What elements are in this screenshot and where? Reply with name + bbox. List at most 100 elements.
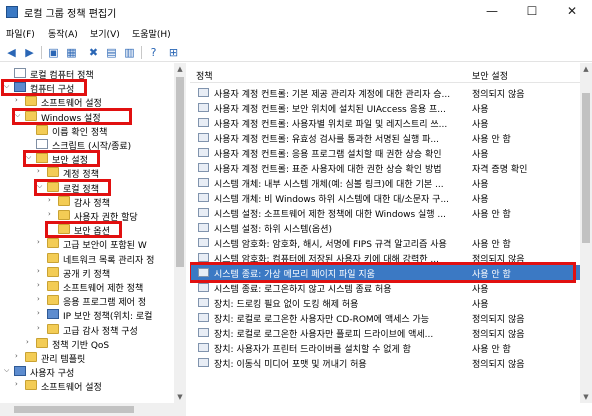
folder-up-icon[interactable]: ▣	[46, 45, 61, 60]
policy-setting-icon	[198, 163, 209, 172]
policy-row[interactable]: 사용자 계정 컨트롤: 응용 프로그램 설치할 때 권한 상승 확인 사용	[190, 145, 580, 160]
list-scroll-thumb[interactable]	[582, 93, 590, 243]
annotation-highlight-box	[23, 150, 100, 168]
policy-setting-value: 정의되지 않음	[472, 330, 525, 340]
policy-setting-icon	[198, 118, 209, 127]
minimize-button[interactable]: —	[472, 0, 512, 24]
policy-setting-value: 사용	[472, 285, 489, 295]
policy-row[interactable]: 시스템 개체: 내부 시스템 개체(예: 심볼 링크)에 대한 기본 ... 사용	[190, 175, 580, 190]
policy-setting-icon	[198, 178, 209, 187]
tree-hscroll-thumb[interactable]	[14, 406, 134, 413]
tree-item-label: 정책 기반 QoS	[52, 340, 110, 351]
chevron-right-icon[interactable]: ›	[15, 352, 24, 360]
policy-row[interactable]: 시스템 암호화: 암호화, 해시, 서명에 FIPS 규격 알고리즘 사용 사용 …	[190, 235, 580, 250]
chevron-right-icon[interactable]: ›	[26, 338, 35, 346]
chevron-right-icon[interactable]: ›	[37, 281, 46, 289]
scroll-down-icon[interactable]: ▼	[174, 391, 186, 403]
forward-icon[interactable]: ▶	[22, 45, 37, 60]
computer-icon	[47, 309, 59, 320]
tree-item-label: 소프트웨어 제한 정책	[63, 284, 144, 294]
policy-name: 사용자 계정 컨트롤: 사용자별 위치로 파일 및 레지스트리 쓰...	[214, 120, 448, 130]
policy-setting-icon	[198, 133, 209, 142]
menu-view[interactable]: 보기(V)	[90, 27, 120, 40]
policy-row[interactable]: 시스템 개체: 비 Windows 하위 시스템에 대한 대/소문자 구... 사…	[190, 190, 580, 205]
policy-setting-value: 사용 안 함	[472, 345, 511, 355]
scroll-down-icon[interactable]: ▼	[580, 391, 592, 403]
tree-item-label: IP 보안 정책(위치: 로컬	[63, 312, 153, 323]
toolbar: ◀ ▶ ▣ ▦ ✖ ▤ ▥ ? ⊞	[0, 42, 592, 62]
policy-row[interactable]: 사용자 계정 컨트롤: 기본 제공 관리자 계정에 대한 관리자 승... 정의되…	[190, 85, 580, 100]
column-policy[interactable]: 정책	[196, 69, 213, 82]
folder-icon	[47, 167, 59, 178]
menu-action[interactable]: 동작(A)	[48, 27, 78, 40]
policy-row[interactable]: 장치: 로컬로 로그온한 사용자만 CD-ROM에 액세스 가능 정의되지 않음	[190, 310, 580, 325]
policy-row[interactable]: 시스템 설정: 하위 시스템(옵션)	[190, 220, 580, 235]
policy-row[interactable]: 사용자 계정 컨트롤: 표준 사용자에 대한 권한 상승 확인 방법 자격 증명 …	[190, 160, 580, 175]
folder-icon	[47, 252, 59, 263]
policy-row[interactable]: 사용자 계정 컨트롤: 유효성 검사를 통과한 서명된 실행 파... 사용 안 …	[190, 130, 580, 145]
policy-setting-value: 자격 증명 확인	[472, 165, 528, 175]
policy-setting-icon	[198, 148, 209, 157]
policy-row[interactable]: 장치: 드로킹 필요 없이 도킹 해제 허용 사용	[190, 295, 580, 310]
policy-setting-value: 사용	[472, 150, 489, 160]
delete-icon[interactable]: ✖	[86, 45, 101, 60]
show-tree-icon[interactable]: ▦	[64, 45, 79, 60]
column-security-setting[interactable]: 보안 설정	[472, 69, 508, 82]
chevron-right-icon[interactable]: ›	[48, 196, 57, 204]
maximize-button[interactable]: ☐	[512, 0, 552, 24]
policy-row[interactable]: 장치: 로컬로 로그온한 사용자만 플로피 드라이브에 액세... 정의되지 않음	[190, 325, 580, 340]
menu-file[interactable]: 파일(F)	[6, 27, 35, 40]
chevron-right-icon[interactable]: ›	[37, 238, 46, 246]
policy-setting-icon	[198, 238, 209, 247]
chevron-right-icon[interactable]: ›	[37, 309, 46, 317]
back-icon[interactable]: ◀	[4, 45, 19, 60]
policy-setting-value: 정의되지 않음	[472, 315, 525, 325]
folder-icon	[58, 195, 70, 206]
tree-horizontal-scrollbar[interactable]	[0, 403, 186, 416]
policy-row[interactable]: 장치: 이동식 미디어 포맷 및 꺼내기 허용 정의되지 않음	[190, 355, 580, 370]
policy-setting-icon	[198, 298, 209, 307]
list-vertical-scrollbar[interactable]: ▲ ▼	[580, 63, 592, 403]
policy-setting-value: 사용	[472, 120, 489, 130]
properties-icon[interactable]: ▤	[104, 45, 119, 60]
policy-setting-value: 정의되지 않음	[472, 90, 525, 100]
chevron-down-icon[interactable]: ⌵	[4, 366, 13, 375]
policy-name: 사용자 계정 컨트롤: 기본 제공 관리자 계정에 대한 관리자 승...	[214, 90, 451, 100]
tree-item-label: 응용 프로그램 제어 정	[63, 298, 147, 309]
policy-row[interactable]: 시스템 설정: 소프트웨어 제한 정책에 대한 Windows 실행 ... 사용…	[190, 205, 580, 220]
chevron-right-icon[interactable]: ›	[15, 380, 24, 388]
policy-name: 시스템 암호화: 암호화, 해시, 서명에 FIPS 규격 알고리즘 사용	[214, 240, 447, 250]
help-icon[interactable]: ?	[146, 45, 161, 60]
folder-icon	[47, 266, 59, 277]
policy-row[interactable]: 사용자 계정 컨트롤: 사용자별 위치로 파일 및 레지스트리 쓰... 사용	[190, 115, 580, 130]
policy-setting-icon	[198, 283, 209, 292]
policy-row[interactable]: 장치: 사용자가 프린터 드라이버를 설치할 수 없게 함 사용 안 함	[190, 340, 580, 355]
chevron-right-icon[interactable]: ›	[37, 167, 46, 175]
policy-name: 장치: 드로킹 필요 없이 도킹 해제 허용	[214, 300, 359, 310]
folder-icon	[36, 124, 48, 135]
chevron-right-icon[interactable]: ›	[37, 267, 46, 275]
tree-item-label: 고급 감사 정책 구성	[63, 326, 138, 337]
policy-name: 시스템 종료: 로그온하지 않고 시스템 종료 허용	[214, 285, 392, 295]
scroll-up-icon[interactable]: ▲	[580, 63, 592, 75]
policy-row[interactable]: 시스템 종료: 로그온하지 않고 시스템 종료 허용 사용	[190, 280, 580, 295]
tree-scroll-thumb[interactable]	[176, 77, 184, 267]
chevron-right-icon[interactable]: ›	[48, 210, 57, 218]
policy-name: 시스템 개체: 내부 시스템 개체(예: 심볼 링크)에 대한 기본 ...	[214, 180, 444, 190]
chevron-right-icon[interactable]: ›	[15, 96, 24, 104]
menu-help[interactable]: 도움말(H)	[132, 27, 171, 40]
close-button[interactable]: ✕	[552, 0, 592, 24]
policy-setting-icon	[198, 193, 209, 202]
chevron-right-icon[interactable]: ›	[37, 324, 46, 332]
policy-setting-value: 사용	[472, 300, 489, 310]
policy-name: 장치: 로컬로 로그온한 사용자만 CD-ROM에 액세스 가능	[214, 315, 430, 325]
tree-vertical-scrollbar[interactable]: ▲ ▼	[174, 63, 186, 403]
filter-icon[interactable]: ⊞	[166, 45, 181, 60]
folder-icon	[47, 323, 59, 334]
annotation-highlight-box	[12, 107, 132, 125]
export-list-icon[interactable]: ▥	[122, 45, 137, 60]
chevron-right-icon[interactable]: ›	[37, 295, 46, 303]
policy-row[interactable]: 사용자 계정 컨트롤: 보안 위치에 설치된 UIAccess 응용 프... 사…	[190, 100, 580, 115]
scroll-up-icon[interactable]: ▲	[174, 63, 186, 75]
policy-name: 장치: 로컬로 로그온한 사용자만 플로피 드라이브에 액세...	[214, 330, 434, 340]
